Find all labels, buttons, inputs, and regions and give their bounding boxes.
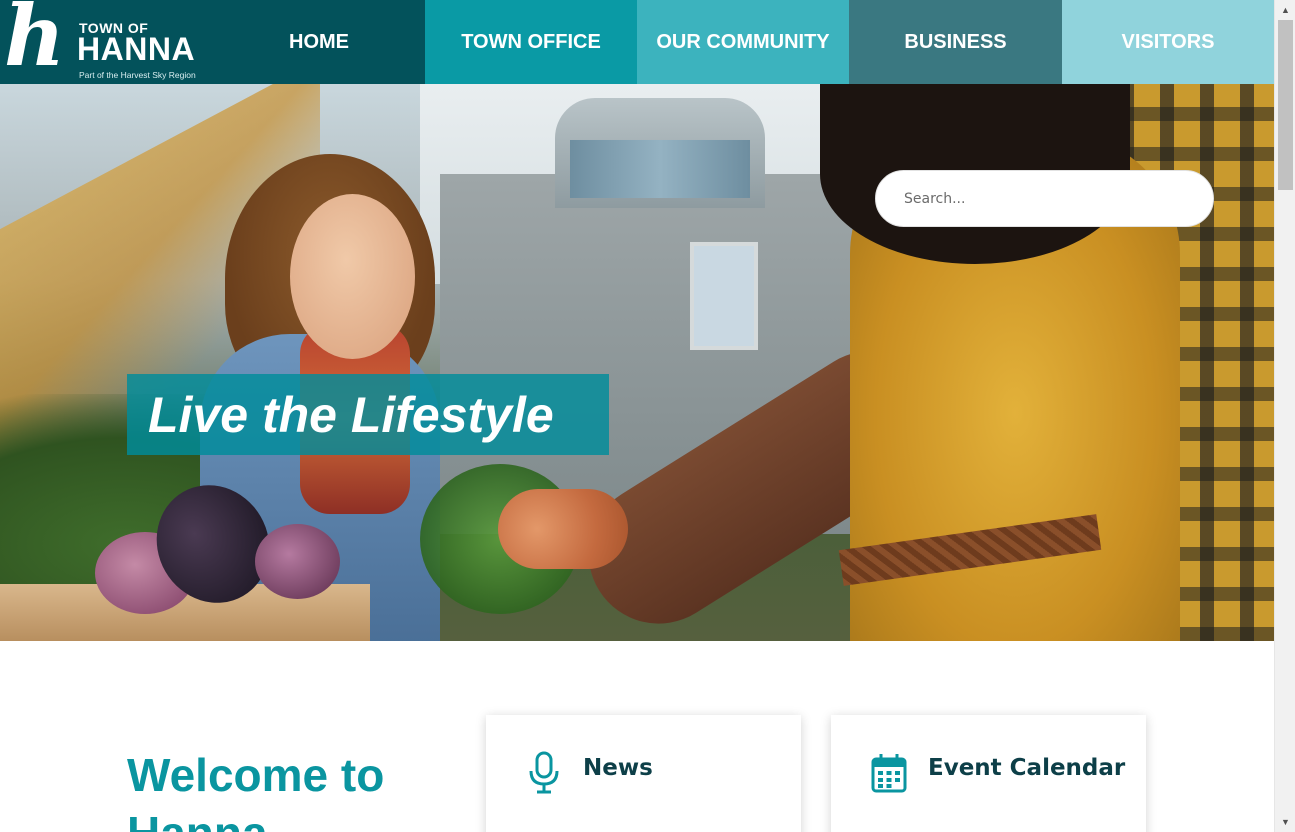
site-header: h TOWN OF HANNA Part of the Harvest Sky … xyxy=(0,0,1274,84)
nav-town-office[interactable]: TOWN OFFICE xyxy=(425,0,637,84)
news-card[interactable]: News xyxy=(486,715,801,832)
hero-vendor-face xyxy=(290,194,415,359)
welcome-heading: Welcome to Hanna xyxy=(127,749,385,832)
hero-tower-window xyxy=(570,140,750,198)
nav-visitors[interactable]: VISITORS xyxy=(1062,0,1274,84)
nav-our-community[interactable]: OUR COMMUNITY xyxy=(637,0,849,84)
page-scrollbar[interactable]: ▲ ▼ xyxy=(1274,0,1295,832)
nav-business[interactable]: BUSINESS xyxy=(849,0,1062,84)
hero-beets xyxy=(498,489,628,569)
hero-banner-text: Live the Lifestyle xyxy=(148,386,554,443)
logo-h-mark: h xyxy=(4,0,65,84)
scroll-down-arrow-icon[interactable]: ▼ xyxy=(1275,812,1295,832)
hero-banner: Live the Lifestyle xyxy=(127,374,609,455)
event-calendar-card[interactable]: Event Calendar xyxy=(831,715,1146,832)
hero-image: Live the Lifestyle xyxy=(0,84,1274,641)
hero-building-window xyxy=(690,242,758,350)
hero-eggplant xyxy=(255,524,340,599)
search-input[interactable] xyxy=(875,170,1214,227)
nav-home[interactable]: HOME xyxy=(213,0,425,84)
event-calendar-card-label: Event Calendar xyxy=(928,755,1126,781)
calendar-icon xyxy=(871,751,907,795)
news-card-label: News xyxy=(583,755,653,781)
logo-town-name: HANNA xyxy=(77,31,196,67)
scroll-up-arrow-icon[interactable]: ▲ xyxy=(1275,0,1295,20)
microphone-icon xyxy=(526,751,562,795)
scrollbar-thumb[interactable] xyxy=(1278,20,1293,190)
logo-tagline: Part of the Harvest Sky Region xyxy=(79,70,196,80)
town-logo[interactable]: h TOWN OF HANNA Part of the Harvest Sky … xyxy=(0,0,213,84)
